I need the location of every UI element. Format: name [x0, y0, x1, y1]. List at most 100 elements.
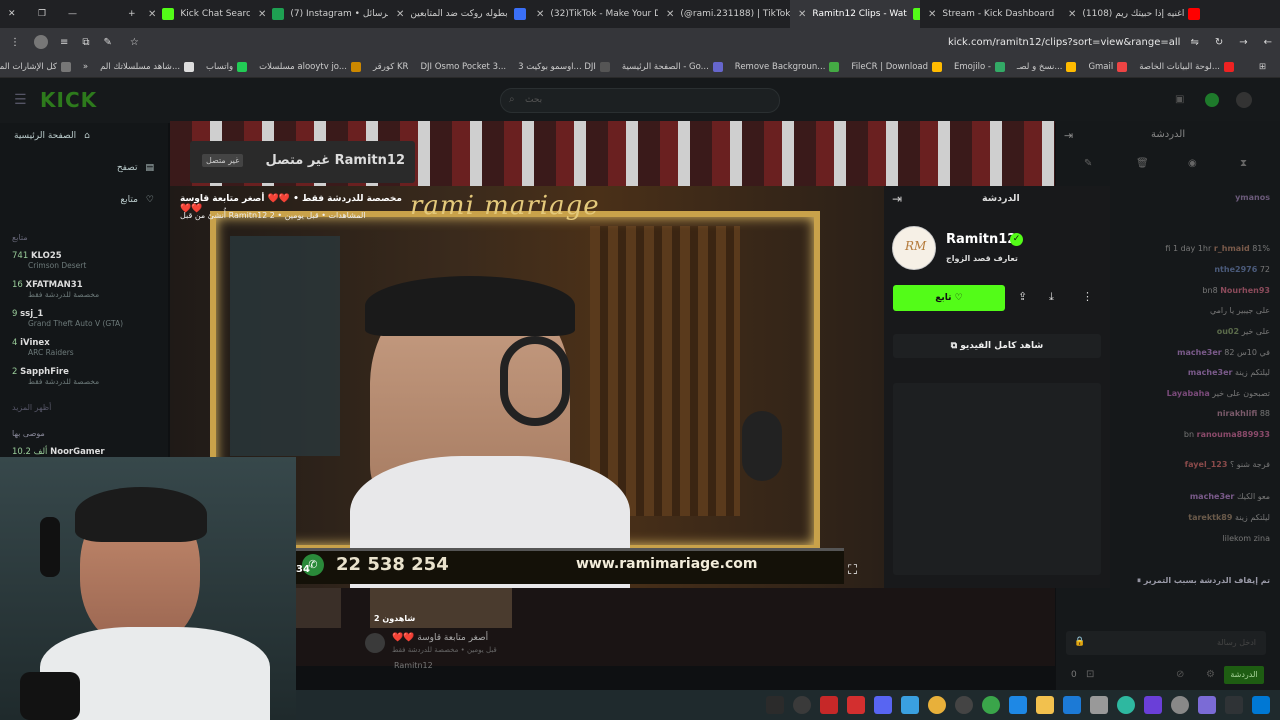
chat-send-button[interactable]: الدردشة — [1224, 666, 1264, 684]
bookmark-item[interactable]: مسلسلات alooytv jo... — [253, 61, 367, 72]
bookmark-item[interactable]: الصفحة الرئيسية - Go... — [616, 61, 729, 72]
tab-ramitn12-clips[interactable]: ✕ Ramitn12 Clips - Wat — [790, 0, 920, 28]
gift-icon[interactable]: ⊡ — [1086, 669, 1094, 680]
menu-dots-icon[interactable]: ⋮ — [10, 37, 20, 48]
tab-youtube[interactable]: ✕ (1108) اغنيه إذا حبيتك ريم — [1060, 0, 1210, 28]
bookmark-item[interactable]: FileCR | Download — [845, 61, 948, 72]
taskbar-app-icon[interactable] — [901, 696, 919, 714]
fullscreen-icon[interactable]: ⛶ — [848, 563, 857, 578]
tab-kick-dashboard[interactable]: ✕ Stream - Kick Dashboard — [920, 0, 1060, 28]
status-icon[interactable] — [1205, 93, 1219, 107]
bookmark-item[interactable]: DJI Osmo Pocket 3... — [414, 62, 512, 72]
extension-icon[interactable]: ≡ — [60, 37, 68, 48]
taskbar-app-icon[interactable] — [793, 696, 811, 714]
bookmark-item[interactable]: كورقر KR — [367, 62, 414, 72]
mute-icon[interactable]: ⊘ — [1176, 669, 1184, 680]
chat-input[interactable]: 🔒 ادخل رسالة — [1066, 631, 1266, 655]
tab-tiktok[interactable]: ✕(32)TikTok - Make Your D♪ — [528, 0, 658, 28]
hourglass-icon[interactable]: ⧗ — [1240, 158, 1247, 169]
url-text[interactable]: kick.com/ramitn12/clips?sort=view&range=… — [948, 37, 1181, 48]
site-settings-icon[interactable]: ⇋ — [1190, 37, 1198, 48]
back-icon[interactable]: ← — [1264, 37, 1272, 48]
show-more-link[interactable]: أظهر المزيد — [12, 403, 51, 412]
channel-row[interactable]: 16 XFATMAN31 مخصصة للدردشة فقط — [12, 280, 162, 299]
xbox-icon[interactable] — [982, 696, 1000, 714]
bookmark-item[interactable]: واتساب — [200, 61, 253, 72]
collapse-chat-icon[interactable]: ⇥ — [1064, 129, 1073, 142]
taskbar-app-icon[interactable] — [1225, 696, 1243, 714]
thumb-title[interactable]: أصغر متابعة قاوسة ❤️❤️ — [392, 633, 592, 643]
bookmark-item[interactable]: Emojilo - — [948, 61, 1011, 72]
watch-full-video-button[interactable]: ⧉ شاهد كامل الفيديو — [893, 334, 1101, 358]
settings-icon[interactable] — [1171, 696, 1189, 714]
chrome-icon[interactable] — [928, 696, 946, 714]
follow-button[interactable]: تابع ♡ — [893, 285, 1005, 311]
trash-icon[interactable]: 🗑 — [1136, 158, 1149, 169]
hamburger-menu-icon[interactable]: ☰ — [14, 92, 27, 108]
settings-icon[interactable]: ⚙ — [1206, 669, 1215, 680]
channel-row[interactable]: 2 SapphFire مخصصة للدردشة فقط — [12, 367, 162, 386]
clip-thumbnail[interactable] — [295, 588, 341, 628]
channel-row[interactable]: 9 ssj_1 Grand Theft Auto V (GTA) — [12, 309, 162, 328]
taskbar-app-icon[interactable] — [1009, 696, 1027, 714]
nav-home[interactable]: ⌂ الصفحة الرئيسية — [14, 131, 154, 141]
thumb-author[interactable]: Ramitn12 — [394, 661, 433, 670]
discord-icon[interactable] — [874, 696, 892, 714]
tab-kick-chat-search[interactable]: ✕ Kick Chat Search — [140, 0, 250, 28]
edge-icon[interactable] — [1117, 696, 1135, 714]
share-icon[interactable]: ⇪ — [1018, 290, 1027, 303]
new-tab-icon[interactable]: + — [120, 0, 140, 28]
user-avatar[interactable] — [1236, 92, 1252, 108]
pin-icon[interactable]: ✎ — [1084, 158, 1092, 169]
taskbar-app-icon[interactable] — [1090, 696, 1108, 714]
tab-instagram[interactable]: ✕(7) Instagram • الرسائل — [250, 0, 388, 28]
taskbar-app-icon[interactable] — [955, 696, 973, 714]
channel-avatar[interactable]: RM — [892, 226, 936, 270]
tab-tiktok-rami[interactable]: ✕ (@rami.231188) | TikTok — [658, 0, 790, 28]
progress-track[interactable] — [296, 548, 844, 551]
channel-row[interactable]: 10.2 ألف NoorGamer — [12, 447, 162, 457]
file-explorer-icon[interactable] — [1036, 696, 1054, 714]
start-icon[interactable] — [1252, 696, 1270, 714]
kick-logo[interactable]: KICK — [40, 88, 97, 112]
channel-row[interactable]: 741 KLO25 Crimson Desert — [12, 251, 162, 270]
taskbar-app-icon[interactable] — [820, 696, 838, 714]
extensions-icon[interactable]: ⧉ — [82, 37, 89, 48]
bookmark-item[interactable]: Gmail — [1082, 61, 1133, 72]
taskbar-app-icon[interactable] — [766, 696, 784, 714]
reload-icon[interactable]: ↻ — [1215, 37, 1223, 48]
bookmark-item[interactable]: Remove Backgroun... — [729, 61, 846, 72]
taskbar-app-icon[interactable] — [1063, 696, 1081, 714]
bookmark-item[interactable]: نسخ و لصـ... — [1011, 61, 1083, 72]
home-icon: ⌂ — [84, 131, 90, 141]
apps-grid-icon[interactable]: ⊞ — [1253, 62, 1272, 72]
star-icon[interactable]: ☆ — [130, 37, 139, 48]
search-input[interactable]: ⌕ بحث — [500, 88, 780, 113]
close-window-icon[interactable]: ✕ — [0, 0, 30, 28]
chat-bubble-icon[interactable]: ◉ — [1188, 158, 1197, 169]
puzzle-icon[interactable]: ✎ — [104, 37, 112, 48]
minimize-window-icon[interactable]: — — [60, 0, 120, 28]
taskbar-app-icon[interactable] — [1198, 696, 1216, 714]
bookmark-item[interactable]: لوحة البيانات الخاصة... — [1133, 61, 1240, 72]
nav-browse[interactable]: ▤ تصفح — [14, 163, 154, 173]
chevron-bookmarks-icon[interactable]: » — [77, 62, 94, 72]
more-options-icon[interactable]: ⋮ — [1082, 290, 1093, 303]
bookmark-item[interactable]: شاهد مسلسلاتك الم... — [94, 61, 200, 72]
download-icon[interactable]: ⤓ — [1049, 290, 1054, 304]
channel-name[interactable]: Ramitn12 — [946, 232, 1016, 247]
notifications-icon[interactable]: ▣ — [1175, 94, 1184, 105]
nav-following[interactable]: ♡ متابع — [14, 195, 154, 205]
bookmark-item[interactable]: اوسمو بوكيت 3... DJI — [512, 61, 616, 72]
profile-avatar[interactable] — [34, 35, 48, 49]
channel-row[interactable]: 4 iVinex ARC Raiders — [12, 338, 162, 357]
collapse-panel-icon[interactable]: ⇥ — [892, 192, 902, 206]
recommended-header: موصى بها — [12, 429, 45, 438]
restore-window-icon[interactable]: ❐ — [30, 0, 60, 28]
tab-rocket[interactable]: ✕ بطوله روكت ضد المتابعين — [388, 0, 528, 28]
forward-icon[interactable]: → — [1239, 37, 1247, 48]
bookmark-item[interactable]: كل الإشارات المرجعية — [0, 61, 77, 72]
clip-thumbnail[interactable]: شاهدون 2 — [370, 588, 512, 628]
taskbar-app-icon[interactable] — [847, 696, 865, 714]
taskbar-app-icon[interactable] — [1144, 696, 1162, 714]
